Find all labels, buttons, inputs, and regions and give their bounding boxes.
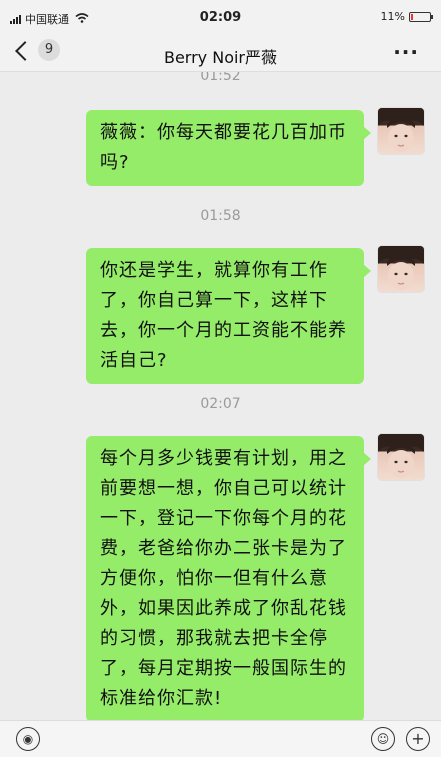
status-right: 11% (380, 10, 433, 23)
chat-title: Berry Noir严薇 (163, 48, 278, 67)
avatar[interactable] (378, 108, 424, 154)
plus-icon[interactable]: + (406, 727, 430, 751)
emoji-icon[interactable]: ☺ (371, 727, 395, 751)
battery-percent: 11% (380, 10, 405, 23)
avatar[interactable] (378, 246, 424, 292)
timestamp: 02:07 (200, 396, 241, 412)
battery-level (411, 13, 413, 20)
chat-header: 9 Berry Noir严薇 ··· (0, 36, 441, 72)
chat-area[interactable]: 01:52 薇薇：你每天都要花几百加币吗? 01:58 你还是学生，就算你有工作… (0, 72, 441, 720)
avatar[interactable] (378, 434, 424, 480)
message-bubble[interactable]: 你还是学生，就算你有工作了，你自己算一下，这样下去，你一个月的工资能不能养活自己… (86, 248, 371, 384)
voice-icon[interactable]: ◉ (16, 727, 40, 751)
message-bubble[interactable]: 每个月多少钱要有计划，用之前要想一想，你自己可以统计一下，登记一下你每个月的花费… (86, 436, 371, 720)
timestamp: 01:58 (200, 208, 241, 224)
more-button[interactable]: ··· (393, 42, 419, 62)
status-time: 02:09 (199, 10, 242, 25)
message-bubble[interactable]: 薇薇：你每天都要花几百加币吗? (86, 110, 371, 186)
battery-icon (409, 11, 433, 22)
status-bar: 中国联通 02:09 11% (0, 0, 441, 36)
input-bar: ◉ ☺ + (0, 720, 441, 757)
timestamp: 01:52 (200, 72, 241, 84)
